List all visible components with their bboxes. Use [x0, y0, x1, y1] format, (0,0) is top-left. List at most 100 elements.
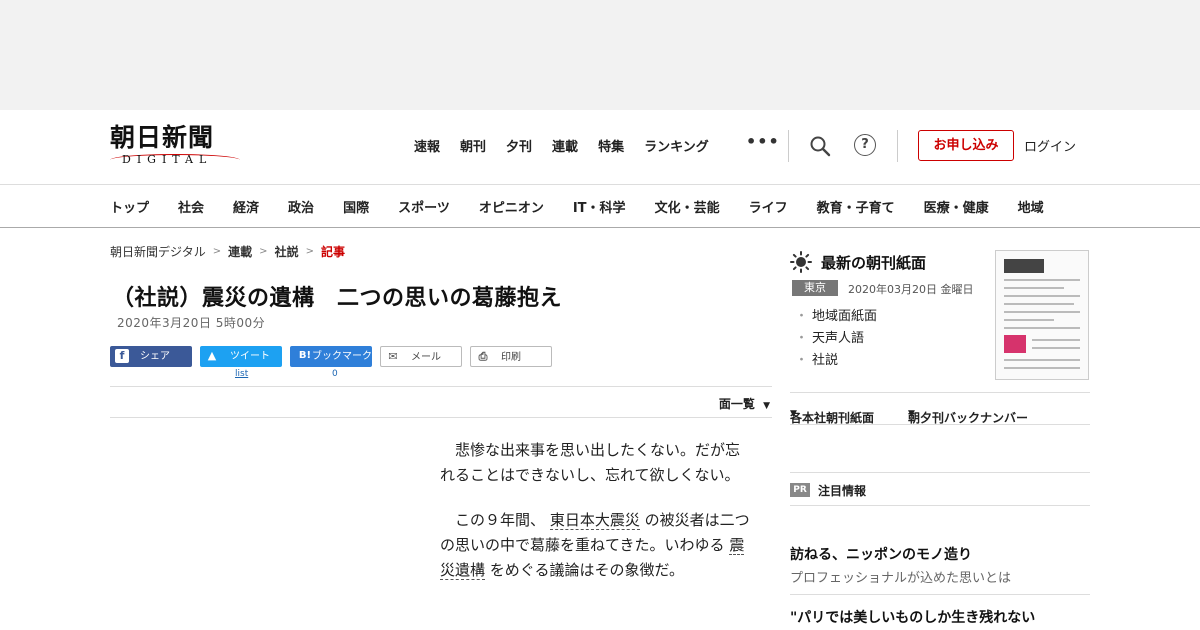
thumbnail-line: [1004, 327, 1080, 329]
help-icon[interactable]: ?: [854, 134, 876, 156]
ad-space: [0, 0, 1200, 110]
promo-title[interactable]: 訪ねる、ニッポンのモノ造り: [790, 544, 972, 564]
breadcrumb-separator: >: [259, 246, 268, 257]
page-list-label: 面一覧: [718, 397, 755, 411]
page-list-bar: 面一覧 ▼: [110, 386, 772, 418]
cat-international[interactable]: 国際: [343, 197, 369, 216]
nav-ranking[interactable]: ランキング: [644, 136, 709, 155]
pr-section-header: PR 注目情報: [790, 472, 1090, 506]
twitter-bird-icon: ▲: [207, 349, 217, 362]
nav-sokuho[interactable]: 速報: [414, 136, 440, 155]
article-title: （社説）震災の遺構 二つの思いの葛藤抱え: [112, 286, 563, 311]
breadcrumb-separator: >: [212, 246, 222, 257]
caret-down-icon: ▼: [763, 401, 770, 411]
facebook-share-label: シェア: [140, 351, 170, 362]
tweet-count[interactable]: list: [235, 369, 248, 379]
bookmark-label: ブックマーク: [312, 351, 372, 362]
paper-date: 2020年03月20日 金曜日: [848, 283, 974, 296]
thumbnail-line: [1004, 295, 1080, 297]
region-badge: 東京: [792, 280, 838, 296]
paragraph-text: 悲惨な出来事を思い出したくない。だが忘れることはできないし、忘れて欲しくない。: [440, 441, 741, 484]
thumbnail-line: [1004, 367, 1080, 369]
nav-choukan[interactable]: 朝刊: [460, 136, 486, 155]
link-tensei-jingo[interactable]: 天声人語: [795, 328, 877, 350]
link-chiiki-shimen[interactable]: 地域面紙面: [795, 306, 877, 328]
cat-politics[interactable]: 政治: [288, 197, 314, 216]
cat-top[interactable]: トップ: [110, 197, 149, 216]
more-menu-icon[interactable]: •••: [746, 132, 780, 151]
divider: [788, 130, 789, 162]
bookmark-count[interactable]: 0: [332, 369, 338, 379]
cat-region[interactable]: 地域: [1018, 197, 1044, 216]
thumbnail-masthead: [1004, 259, 1044, 273]
cat-culture[interactable]: 文化・芸能: [655, 197, 720, 216]
cat-education[interactable]: 教育・子育て: [817, 197, 895, 216]
cat-health[interactable]: 医療・健康: [924, 197, 989, 216]
print-label: 印刷: [501, 352, 521, 363]
regional-paper-label: 各本社朝刊紙面: [790, 411, 875, 425]
paragraph-text: をめぐる議論はその象徴だ。: [489, 561, 685, 579]
print-button[interactable]: ⎙ 印刷: [470, 346, 552, 367]
logo-text: 朝日新聞: [110, 123, 215, 152]
site-header: 朝日新聞 DIGITAL 速報 朝刊 夕刊 連載 特集 ランキング ••• ? …: [0, 110, 1200, 185]
breadcrumb-shasetsu[interactable]: 社説: [275, 243, 299, 260]
nav-rensai[interactable]: 連載: [552, 136, 578, 155]
cat-sports[interactable]: スポーツ: [398, 197, 450, 216]
pr-section-title: 注目情報: [818, 484, 867, 498]
paper-links: 地域面紙面 天声人語 社説: [795, 306, 877, 372]
thumbnail-ad: [1004, 335, 1026, 353]
mail-share-button[interactable]: ✉ メール: [380, 346, 462, 367]
back-number-label: 朝夕刊バックナンバー: [908, 411, 1029, 425]
paragraph: 悲惨な出来事を思い出したくない。だが忘れることはできないし、忘れて欲しくない。: [440, 438, 750, 488]
cat-it-science[interactable]: IT・科学: [573, 197, 626, 216]
breadcrumb-separator: >: [305, 246, 314, 257]
login-link[interactable]: ログイン: [1024, 136, 1076, 155]
thumbnail-line: [1004, 303, 1074, 305]
paragraph: この９年間、 東日本大震災 の被災者は二つの思いの中で葛藤を重ねてきた。いわゆる…: [440, 508, 750, 583]
paragraph-text: この９年間、: [455, 511, 546, 529]
promo-title[interactable]: "パリでは美しいものしか生き残れない: [790, 607, 1035, 627]
promo-subtitle[interactable]: プロフェッショナルが込めた思いとは: [790, 567, 1011, 586]
caret-down-icon: ▼: [908, 409, 915, 419]
breadcrumb: 朝日新聞デジタル > 連載 > 社説 > 記事: [110, 243, 345, 260]
asahi-logo[interactable]: 朝日新聞 DIGITAL: [110, 124, 242, 170]
thumbnail-line: [1004, 279, 1080, 281]
article-date: 2020年3月20日 5時00分: [117, 316, 266, 330]
divider: [897, 130, 898, 162]
facebook-share-button[interactable]: f シェア: [110, 346, 192, 367]
mail-label: メール: [411, 352, 441, 363]
caret-down-icon: ▼: [790, 409, 797, 419]
thumbnail-line: [1004, 311, 1080, 313]
signup-button[interactable]: お申し込み: [918, 130, 1014, 161]
hatena-bookmark-button[interactable]: B! ブックマーク: [290, 346, 372, 367]
thumbnail-line: [1032, 347, 1080, 349]
logo-subtitle: DIGITAL: [122, 153, 213, 166]
pr-badge: PR: [790, 483, 810, 497]
thumbnail-line: [1004, 359, 1080, 361]
thumbnail-line: [1004, 287, 1064, 289]
article-body: 悲惨な出来事を思い出したくない。だが忘れることはできないし、忘れて欲しくない。 …: [440, 438, 750, 603]
thumbnail-line: [1032, 339, 1080, 341]
cat-society[interactable]: 社会: [178, 197, 204, 216]
nav-yuukan[interactable]: 夕刊: [506, 136, 532, 155]
search-icon[interactable]: [808, 134, 832, 158]
link-shasetsu[interactable]: 社説: [795, 350, 877, 372]
page-list-dropdown[interactable]: 面一覧 ▼: [719, 395, 770, 412]
mail-icon: ✉: [388, 350, 398, 363]
thumbnail-line: [1004, 319, 1054, 321]
top-nav: 速報 朝刊 夕刊 連載 特集 ランキング: [414, 136, 729, 155]
divider: [790, 594, 1090, 595]
newspaper-thumbnail[interactable]: [995, 250, 1089, 380]
twitter-tweet-button[interactable]: ▲ ツイート: [200, 346, 282, 367]
cat-economy[interactable]: 経済: [233, 197, 259, 216]
category-nav: トップ 社会 経済 政治 国際 スポーツ オピニオン IT・科学 文化・芸能 ラ…: [0, 184, 1200, 228]
sun-icon: [790, 251, 812, 273]
breadcrumb-rensai[interactable]: 連載: [228, 243, 252, 260]
cat-life[interactable]: ライフ: [749, 197, 788, 216]
keyword-link-higashi-nihon-daishinsai[interactable]: 東日本大震災: [549, 511, 640, 530]
breadcrumb-home[interactable]: 朝日新聞デジタル: [110, 243, 206, 260]
latest-paper-title[interactable]: 最新の朝刊紙面: [821, 252, 926, 273]
cat-opinion[interactable]: オピニオン: [479, 197, 544, 216]
paper-menu-bar: 各本社朝刊紙面 ▼ 朝夕刊バックナンバー ▼: [790, 392, 1090, 425]
nav-tokushu[interactable]: 特集: [598, 136, 624, 155]
